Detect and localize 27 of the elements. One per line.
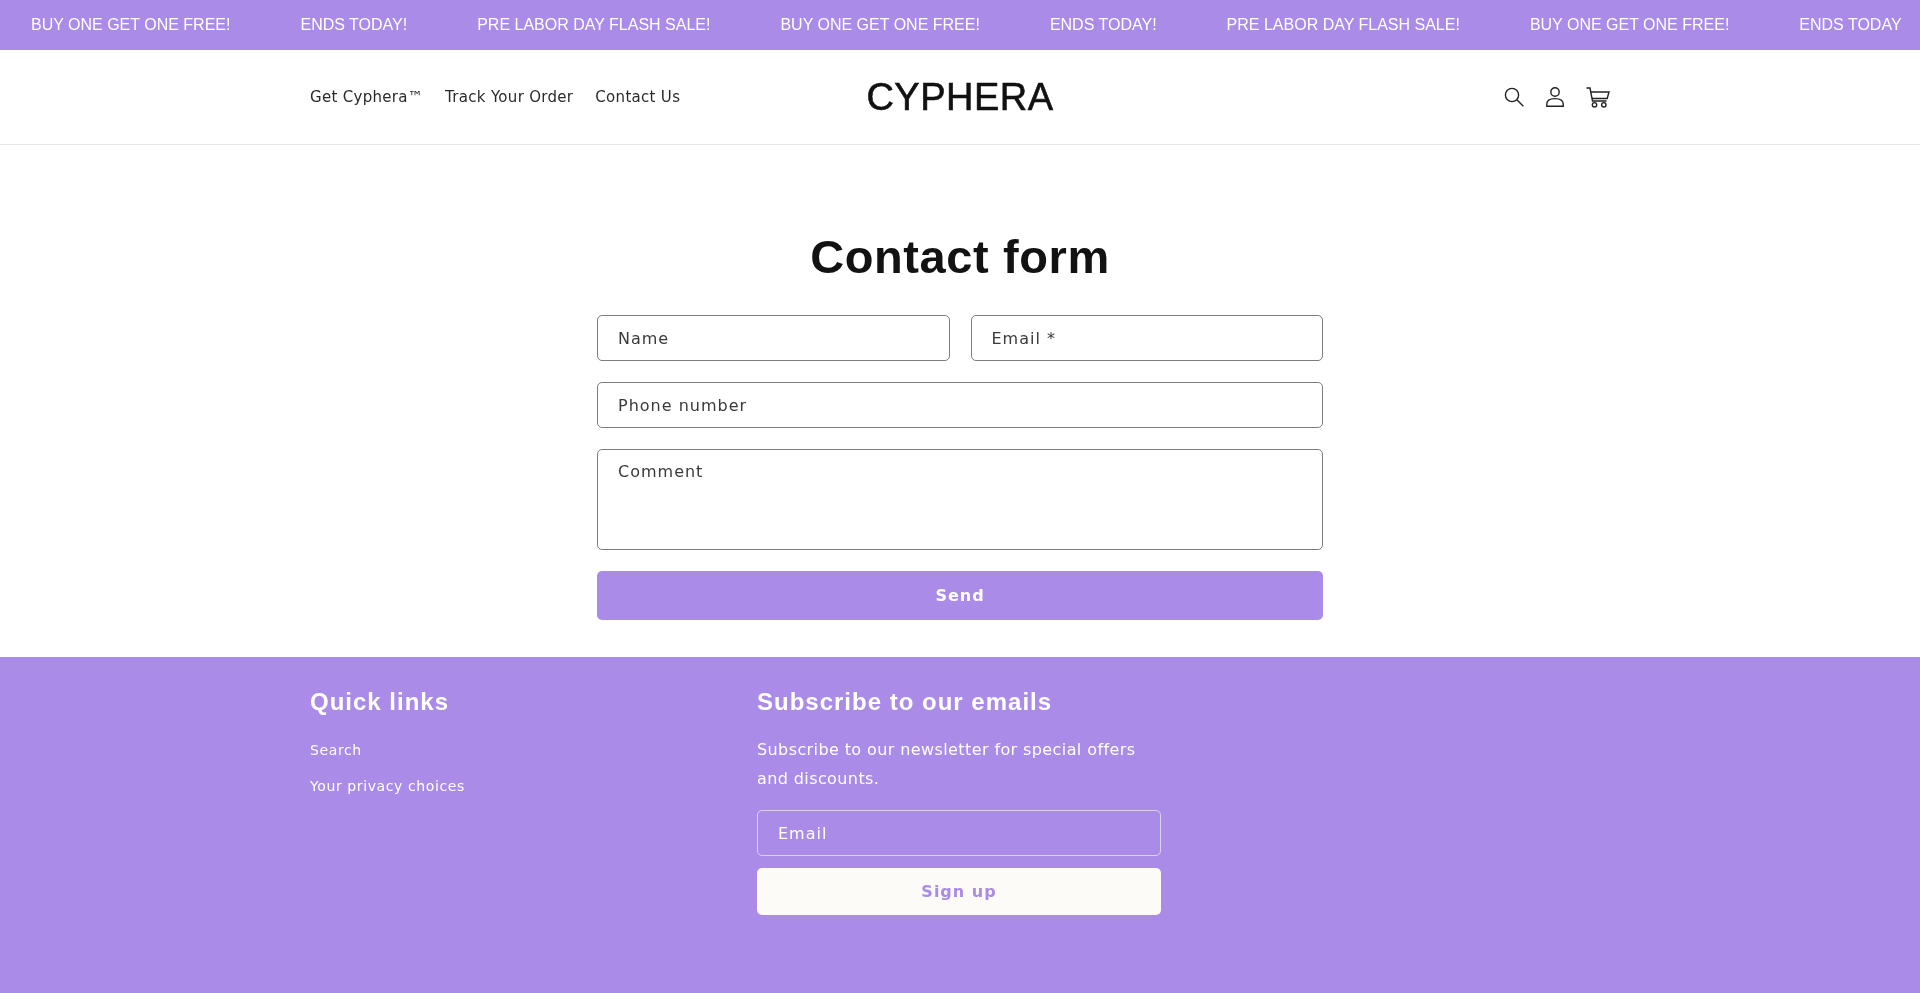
nav-link[interactable]: Track Your Order	[445, 88, 574, 106]
person-icon	[1546, 87, 1564, 107]
site-logo[interactable]: CYPHERA	[866, 78, 1054, 116]
announcement-text: BUY ONE GET ONE FREE!	[780, 16, 980, 34]
nav-link[interactable]: Contact Us	[595, 88, 681, 106]
cart-button[interactable]	[1586, 86, 1610, 108]
newsletter-text: Subscribe to our newsletter for special offers and discounts.	[757, 739, 1137, 790]
announcement-text: PRE LABOR DAY FLASH SALE!	[477, 16, 711, 34]
search-icon	[1504, 87, 1524, 107]
search-button[interactable]	[1504, 87, 1524, 107]
page-title: Contact form	[810, 229, 1110, 285]
announcement-text: ENDS TODAY!	[300, 16, 408, 34]
comment-field[interactable]: Comment	[597, 449, 1323, 550]
announcement-text: ENDS TODAY	[1799, 16, 1902, 34]
cart-icon	[1586, 86, 1610, 108]
footer-heading: Quick links	[310, 687, 450, 717]
footer-heading: Subscribe to our emails	[757, 687, 1053, 717]
announcement-text: ENDS TODAY!	[1049, 16, 1157, 34]
text-field[interactable]: Email *	[970, 315, 1323, 361]
account-button[interactable]	[1546, 87, 1564, 107]
text-field[interactable]: Name	[597, 315, 950, 361]
announcement-text: BUY ONE GET ONE FREE!	[31, 16, 231, 34]
nav-link[interactable]: Get Cyphera™	[310, 88, 424, 106]
announcement-text: PRE LABOR DAY FLASH SALE!	[1226, 16, 1460, 34]
text-field[interactable]: Phone number	[597, 382, 1323, 428]
announcement-text: BUY ONE GET ONE FREE!	[1529, 16, 1730, 34]
email-field[interactable]: Email	[757, 810, 1161, 856]
